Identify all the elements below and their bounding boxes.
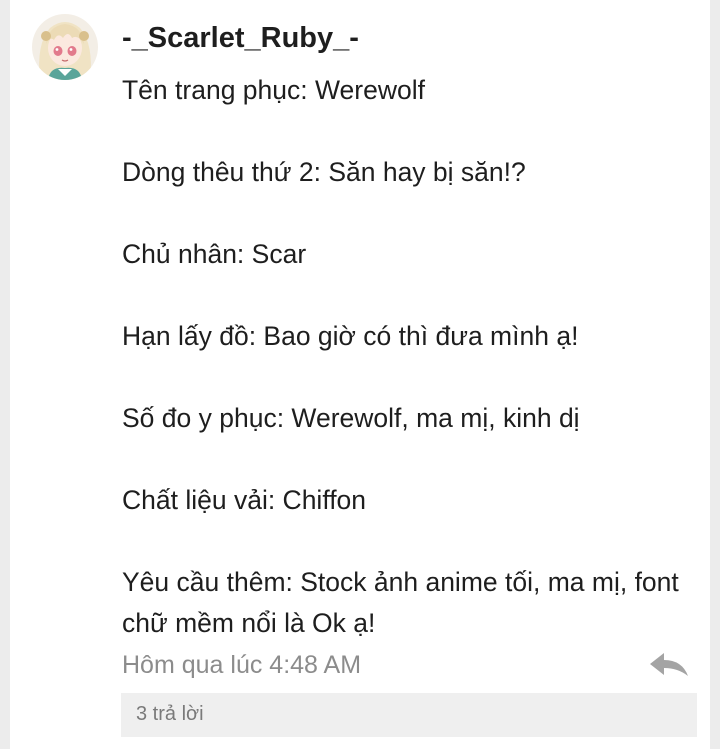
comment-body: Tên trang phục: Werewolf Dòng thêu thứ 2… — [122, 70, 712, 644]
reply-button[interactable] — [648, 649, 692, 681]
replies-count-label: 3 trả lời — [136, 703, 204, 725]
avatar-image — [32, 14, 98, 80]
comment-line-costume-name: Tên trang phục: Werewolf — [122, 75, 425, 105]
comment-line-embroidery: Dòng thêu thứ 2: Săn hay bị săn!? — [122, 157, 526, 187]
comment-line-measurements: Số đo y phục: Werewolf, ma mị, kinh dị — [122, 403, 580, 433]
username[interactable]: -_Scarlet_Ruby_- — [122, 22, 359, 55]
comment-timestamp: Hôm qua lúc 4:48 AM — [122, 651, 362, 679]
comment-line-fabric: Chất liệu vải: Chiffon — [122, 485, 367, 515]
view-replies-button[interactable]: 3 trả lời — [121, 693, 697, 737]
comment-line-extra-requests: Yêu cầu thêm: Stock ảnh anime tối, ma mị… — [122, 567, 679, 638]
comment-card: -_Scarlet_Ruby_- Tên trang phục: Werewol… — [10, 0, 710, 749]
comment-line-deadline: Hạn lấy đồ: Bao giờ có thì đưa mình ạ! — [122, 321, 579, 351]
reply-arrow-icon — [650, 653, 688, 676]
comment-line-owner: Chủ nhân: Scar — [122, 239, 307, 269]
avatar[interactable] — [32, 14, 98, 80]
